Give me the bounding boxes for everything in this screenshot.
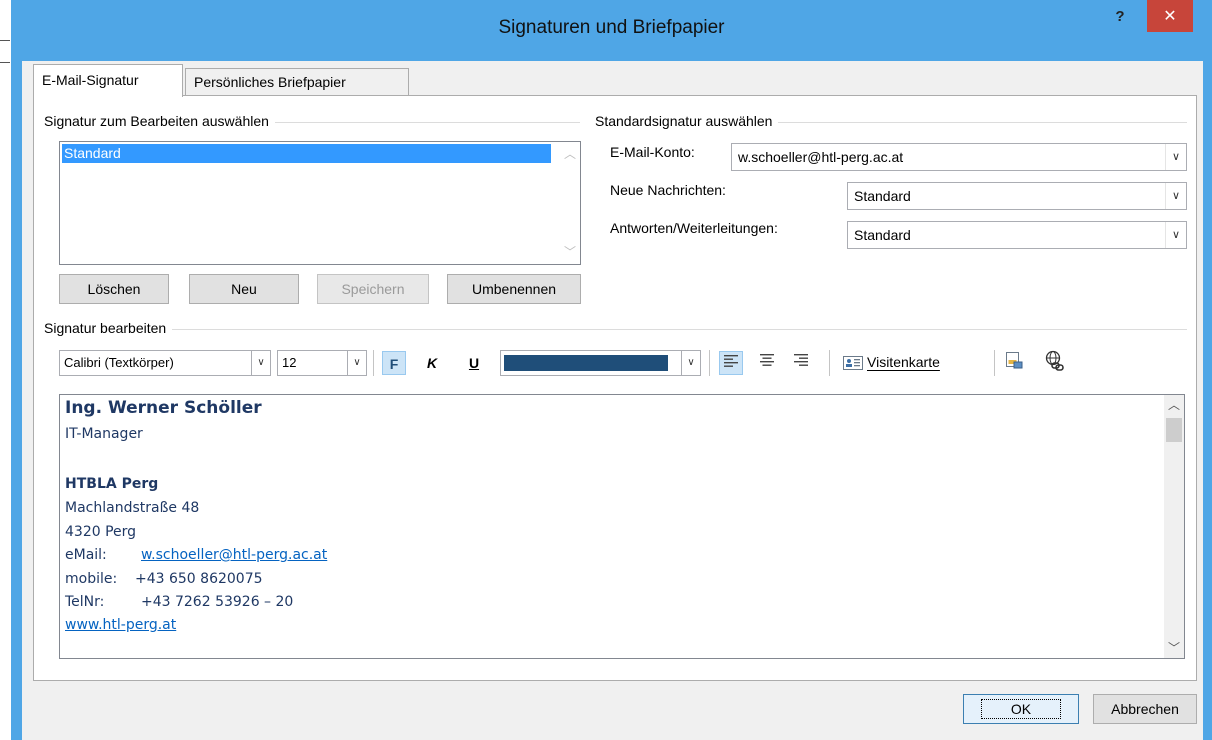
replies-dropdown[interactable]: Standard ∨ <box>847 221 1187 249</box>
signature-role: IT-Manager <box>65 426 143 442</box>
cancel-button[interactable]: Abbrechen <box>1093 694 1197 724</box>
signature-website-line: www.htl-perg.at <box>65 617 176 633</box>
toolbar-separator <box>709 350 710 376</box>
toolbar-separator <box>829 350 830 376</box>
signature-listbox[interactable]: Standard ︿ ﹀ <box>59 141 581 265</box>
insert-hyperlink-button[interactable] <box>1043 350 1067 374</box>
background-edge-line <box>0 40 10 41</box>
font-color-swatch <box>504 355 668 371</box>
new-messages-value: Standard <box>854 188 911 204</box>
align-left-button[interactable] <box>719 351 743 375</box>
font-size-dropdown[interactable]: 12 ∨ <box>277 350 367 376</box>
tab-email-signature-label: E-Mail-Signatur <box>42 72 139 88</box>
account-value: w.schoeller@htl-perg.ac.at <box>738 149 904 165</box>
group-divider <box>52 329 1187 330</box>
font-size-value: 12 <box>282 355 297 370</box>
signature-org: HTBLA Perg <box>65 476 159 492</box>
default-signature-group-label: Standardsignatur auswählen <box>595 113 779 129</box>
tel-label: TelNr: <box>65 594 105 610</box>
toolbar-separator <box>994 350 995 376</box>
chevron-down-icon[interactable]: ∨ <box>347 351 366 375</box>
new-messages-dropdown[interactable]: Standard ∨ <box>847 182 1187 210</box>
dialog-body: E-Mail-Signatur Persönliches Briefpapier… <box>22 61 1203 740</box>
new-button[interactable]: Neu <box>189 274 299 304</box>
align-left-icon <box>724 355 738 367</box>
chevron-down-icon[interactable]: ∨ <box>1165 222 1186 248</box>
window-title: Signaturen und Briefpapier <box>498 17 725 38</box>
mobile-label: mobile: <box>65 571 118 587</box>
signature-email-line: eMail: w.schoeller@htl-perg.ac.at <box>65 547 327 563</box>
scrollbar-thumb[interactable] <box>1166 418 1182 442</box>
align-right-button[interactable] <box>789 351 813 375</box>
tel-value: +43 7262 53926 – 20 <box>141 594 294 610</box>
tab-personal-stationery[interactable]: Persönliches Briefpapier <box>185 68 409 95</box>
tab-personal-stationery-label: Persönliches Briefpapier <box>194 74 346 90</box>
signature-dialog: Signaturen und Briefpapier ? ✕ E-Mail-Si… <box>11 0 1212 740</box>
signature-street: Machlandstraße 48 <box>65 500 200 516</box>
business-card-icon <box>843 356 863 370</box>
chevron-down-icon[interactable]: ∨ <box>681 351 700 375</box>
close-button[interactable]: ✕ <box>1147 0 1193 32</box>
background-edge-line <box>0 62 10 63</box>
tab-email-signature[interactable]: E-Mail-Signatur <box>33 64 183 97</box>
signature-list-item-selected[interactable]: Standard <box>62 144 551 163</box>
bold-button[interactable]: F <box>382 351 406 375</box>
signature-tel-line: TelNr: +43 7262 53926 – 20 <box>65 594 293 610</box>
signature-list-scrollbar[interactable]: ︿ ﹀ <box>560 142 580 264</box>
italic-button[interactable]: K <box>420 351 444 375</box>
toolbar-separator <box>373 350 374 376</box>
scroll-down-icon[interactable]: ﹀ <box>560 242 580 262</box>
font-family-value: Calibri (Textkörper) <box>64 355 174 370</box>
delete-button[interactable]: Löschen <box>59 274 169 304</box>
close-icon: ✕ <box>1163 6 1177 25</box>
help-button[interactable]: ? <box>1107 6 1133 28</box>
account-label: E-Mail-Konto: <box>610 144 695 160</box>
ok-label: OK <box>980 699 1062 719</box>
font-family-dropdown[interactable]: Calibri (Textkörper) ∨ <box>59 350 271 376</box>
chevron-down-icon[interactable]: ∨ <box>1165 144 1186 170</box>
replies-value: Standard <box>854 227 911 243</box>
edit-signature-group-label: Signatur bearbeiten <box>44 320 173 336</box>
insert-picture-button[interactable] <box>1002 351 1026 375</box>
mobile-value: +43 650 8620075 <box>135 571 263 587</box>
scroll-up-icon[interactable]: ︿ <box>1164 395 1184 415</box>
editor-scrollbar[interactable]: ︿ ﹀ <box>1164 395 1184 658</box>
hyperlink-icon <box>1045 350 1064 371</box>
signature-name: Ing. Werner Schöller <box>65 398 262 418</box>
title-bar[interactable]: Signaturen und Briefpapier ? ✕ <box>11 0 1212 60</box>
underline-button[interactable]: U <box>462 351 486 375</box>
save-button[interactable]: Speichern <box>317 274 429 304</box>
scroll-up-icon[interactable]: ︿ <box>560 144 580 164</box>
align-center-button[interactable] <box>755 351 779 375</box>
business-card-label: Visitenkarte <box>867 354 940 370</box>
ok-button[interactable]: OK <box>963 694 1079 724</box>
signature-editor[interactable]: Ing. Werner Schöller IT-Manager HTBLA Pe… <box>59 394 1185 659</box>
signature-mobile-line: mobile: +43 650 8620075 <box>65 571 263 587</box>
account-dropdown[interactable]: w.schoeller@htl-perg.ac.at ∨ <box>731 143 1187 171</box>
new-messages-label: Neue Nachrichten: <box>610 182 726 198</box>
chevron-down-icon[interactable]: ∨ <box>251 351 270 375</box>
chevron-down-icon[interactable]: ∨ <box>1165 183 1186 209</box>
align-right-icon <box>794 354 808 366</box>
email-label: eMail: <box>65 547 107 563</box>
select-signature-group-label: Signatur zum Bearbeiten auswählen <box>44 113 275 129</box>
signature-city: 4320 Perg <box>65 524 137 540</box>
email-link[interactable]: w.schoeller@htl-perg.ac.at <box>141 547 327 563</box>
replies-label: Antworten/Weiterleitungen: <box>610 220 778 236</box>
align-center-icon <box>760 354 774 366</box>
rename-button[interactable]: Umbenennen <box>447 274 581 304</box>
insert-picture-icon <box>1006 352 1023 369</box>
website-link[interactable]: www.htl-perg.at <box>65 617 176 633</box>
scroll-down-icon[interactable]: ﹀ <box>1164 638 1184 658</box>
font-color-dropdown[interactable]: ∨ <box>500 350 701 376</box>
